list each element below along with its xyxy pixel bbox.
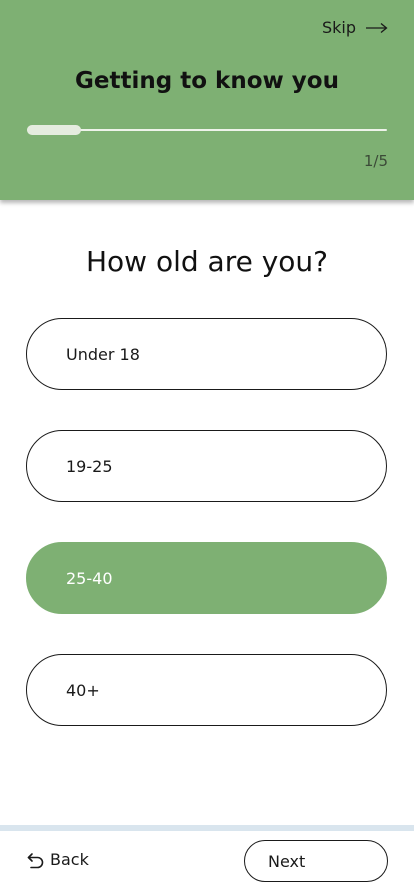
option-label: 25-40 [66, 568, 113, 588]
footer-divider [0, 825, 414, 831]
option-label: 40+ [66, 680, 100, 700]
progress-track [27, 129, 387, 131]
back-label: Back [50, 850, 89, 869]
next-label: Next [268, 851, 306, 871]
onboarding-header: Skip Getting to know you 1/5 [0, 0, 414, 200]
progress-count: 1/5 [363, 152, 388, 170]
skip-button[interactable]: Skip [322, 18, 388, 37]
undo-arrow-icon [27, 852, 44, 868]
option-25-40[interactable]: 25-40 [26, 542, 387, 614]
option-19-25[interactable]: 19-25 [26, 430, 387, 502]
option-under-18[interactable]: Under 18 [26, 318, 387, 390]
page-title: Getting to know you [75, 68, 339, 94]
option-label: 19-25 [66, 456, 113, 476]
option-label: Under 18 [66, 344, 140, 364]
age-options: Under 18 19-25 25-40 40+ [26, 318, 387, 766]
arrow-right-icon [366, 22, 388, 33]
question-title: How old are you? [85, 245, 329, 278]
next-button[interactable]: Next [244, 840, 388, 882]
option-40-plus[interactable]: 40+ [26, 654, 387, 726]
skip-label: Skip [321, 18, 356, 37]
back-button[interactable]: Back [27, 850, 89, 869]
progress-fill [27, 125, 81, 135]
